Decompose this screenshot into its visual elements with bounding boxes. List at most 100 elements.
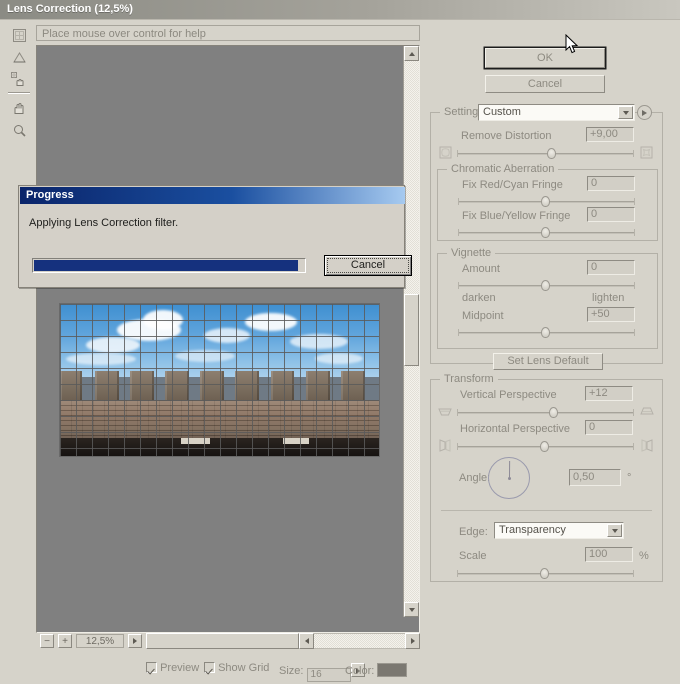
vertical-perspective-label: Vertical Perspective xyxy=(460,389,557,401)
scroll-up-button[interactable] xyxy=(404,46,419,61)
vignette-group: Vignette Amount 0 darken lighten Midpoin… xyxy=(437,247,658,349)
grid-color-swatch[interactable] xyxy=(377,663,408,677)
tool-separator xyxy=(8,92,30,94)
blue-yellow-slider-knob[interactable] xyxy=(541,227,551,238)
straighten-tool-icon[interactable] xyxy=(7,46,31,68)
zoom-level-popup-button[interactable] xyxy=(128,634,142,648)
horizontal-perspective-value[interactable]: 0 xyxy=(585,420,633,435)
preview-checkbox[interactable]: Preview xyxy=(146,662,199,674)
ok-button[interactable]: OK xyxy=(485,48,605,68)
red-cyan-slider-knob[interactable] xyxy=(541,196,551,207)
vertical-perspective-slider-knob[interactable] xyxy=(549,407,559,418)
angle-unit: ° xyxy=(627,472,632,484)
zoom-in-button[interactable]: + xyxy=(58,634,72,648)
vignette-midpoint-value[interactable]: +50 xyxy=(587,307,635,322)
help-text-bar: Place mouse over control for help xyxy=(36,25,420,41)
horizontal-perspective-right-icon xyxy=(640,439,654,455)
chromatic-aberration-group: Chromatic Aberration Fix Red/Cyan Fringe… xyxy=(437,163,658,241)
scroll-left-button[interactable] xyxy=(299,633,314,649)
grid-color-label: Color: xyxy=(345,665,375,677)
horizontal-perspective-slider[interactable] xyxy=(457,441,634,453)
window-title: Lens Correction (12,5%) xyxy=(7,3,133,15)
remove-distortion-slider-knob[interactable] xyxy=(547,148,557,159)
scale-label: Scale xyxy=(459,550,487,562)
preview-checkbox-label: Preview xyxy=(160,662,200,674)
show-grid-checkbox[interactable]: Show Grid xyxy=(204,662,269,674)
vignette-midpoint-slider-knob[interactable] xyxy=(541,327,551,338)
remove-distortion-label: Remove Distortion xyxy=(461,130,552,142)
preview-vertical-scrollbar[interactable] xyxy=(403,46,419,617)
transform-group: Transform Vertical Perspective +12 Horiz… xyxy=(430,373,663,582)
scroll-down-button[interactable] xyxy=(404,602,419,617)
vignette-amount-value[interactable]: 0 xyxy=(587,260,635,275)
remove-distortion-tool-icon[interactable] xyxy=(7,24,31,46)
remove-distortion-slider[interactable] xyxy=(457,148,634,160)
vertical-perspective-near-icon xyxy=(438,405,452,421)
move-grid-tool-icon[interactable] xyxy=(7,68,31,90)
vertical-perspective-far-icon xyxy=(640,405,654,421)
preview-grid-overlay xyxy=(60,304,379,456)
settings-panel: OK Cancel Settings: Custom Remove Distor… xyxy=(425,42,673,662)
vignette-amount-slider-knob[interactable] xyxy=(541,280,551,291)
preview-panel xyxy=(36,45,420,633)
progress-dialog: Progress Applying Lens Correction filter… xyxy=(18,185,412,288)
tool-palette xyxy=(7,24,33,141)
show-grid-checkbox-box[interactable] xyxy=(204,662,215,673)
settings-menu-button[interactable] xyxy=(637,105,652,120)
progress-cancel-label: Cancel xyxy=(350,259,386,271)
grid-color-control: Color: xyxy=(345,663,408,677)
horizontal-perspective-left-icon xyxy=(438,439,452,455)
progress-cancel-button[interactable]: Cancel xyxy=(324,255,412,276)
edge-label: Edge: xyxy=(459,526,488,538)
ok-button-label: OK xyxy=(537,52,553,64)
blue-yellow-slider[interactable] xyxy=(458,227,635,239)
progress-bar-track xyxy=(32,258,306,273)
preview-canvas[interactable] xyxy=(37,46,404,617)
edge-value: Transparency xyxy=(499,524,566,536)
vertical-perspective-value[interactable]: +12 xyxy=(585,386,633,401)
blue-yellow-value[interactable]: 0 xyxy=(587,207,635,222)
zoom-out-label: − xyxy=(44,635,50,647)
progress-bar-fill xyxy=(34,260,298,271)
scale-slider-knob[interactable] xyxy=(540,568,550,579)
scale-slider[interactable] xyxy=(457,568,634,580)
chevron-left-icon xyxy=(304,638,309,644)
chevron-right-icon xyxy=(410,638,415,644)
zoom-tool-icon[interactable] xyxy=(7,119,31,141)
scroll-right-button[interactable] xyxy=(405,633,420,649)
vertical-perspective-slider[interactable] xyxy=(457,407,634,419)
settings-preset-combo[interactable]: Custom xyxy=(478,104,635,121)
vertical-scroll-thumb[interactable] xyxy=(404,294,419,366)
window-title-bar: Lens Correction (12,5%) xyxy=(0,0,680,20)
vignette-amount-label: Amount xyxy=(462,263,500,275)
hand-tool-icon[interactable] xyxy=(7,97,31,119)
pincushion-distortion-icon xyxy=(640,146,653,162)
angle-value[interactable]: 0,50 xyxy=(569,469,621,486)
chevron-down-icon[interactable] xyxy=(618,106,633,119)
vignette-midpoint-label: Midpoint xyxy=(462,310,504,322)
cancel-button-label: Cancel xyxy=(527,78,563,90)
horizontal-perspective-slider-knob[interactable] xyxy=(540,441,550,452)
angle-dial-needle xyxy=(509,460,511,478)
horizontal-scroll-thumb[interactable] xyxy=(146,633,299,649)
vignette-amount-slider[interactable] xyxy=(458,280,635,292)
settings-group: Settings: Custom Remove Distortion +9,00 xyxy=(430,104,663,370)
red-cyan-value[interactable]: 0 xyxy=(587,176,635,191)
scale-unit: % xyxy=(639,550,649,562)
preview-horizontal-scrollbar[interactable] xyxy=(146,633,420,649)
scale-value[interactable]: 100 xyxy=(585,547,633,562)
vignette-lighten-label: lighten xyxy=(592,292,625,304)
zoom-level-field[interactable]: 12,5% xyxy=(76,634,124,648)
set-lens-default-button[interactable]: Set Lens Default xyxy=(493,353,603,370)
cancel-button[interactable]: Cancel xyxy=(485,75,605,93)
vignette-midpoint-slider[interactable] xyxy=(458,327,635,339)
progress-dialog-title-bar: Progress xyxy=(20,187,405,204)
remove-distortion-value[interactable]: +9,00 xyxy=(586,127,634,142)
angle-dial[interactable] xyxy=(488,457,530,499)
settings-preset-value: Custom xyxy=(483,106,521,118)
edge-combo[interactable]: Transparency xyxy=(494,522,624,539)
zoom-out-button[interactable]: − xyxy=(40,634,54,648)
preview-checkbox-box[interactable] xyxy=(146,662,157,673)
chevron-down-icon[interactable] xyxy=(607,524,622,537)
zoom-controls-bar: − + 12,5% xyxy=(36,633,420,651)
